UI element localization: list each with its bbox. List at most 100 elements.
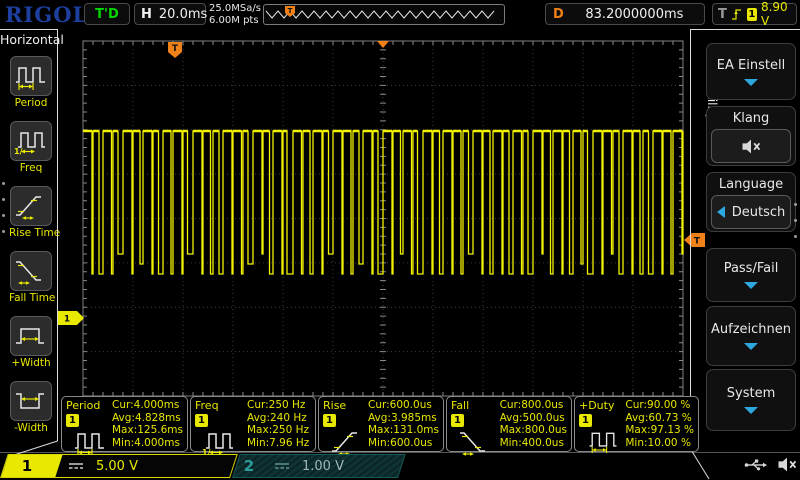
menu-item-fall-time[interactable]: Fall Time [9, 251, 53, 304]
menu-item-minus-width[interactable]: -Width [9, 381, 53, 434]
svg-text:T: T [694, 237, 701, 247]
menu-item-label: Period [9, 97, 53, 109]
measurement-min: Min:400.0us [500, 437, 567, 450]
menu-item-klang[interactable]: Klang [706, 106, 796, 166]
svg-text:1: 1 [64, 315, 70, 325]
plus-width-icon [10, 316, 52, 356]
speaker-muted-icon [776, 456, 798, 473]
fall-time-icon [10, 251, 52, 291]
measurement-panel-fall: Fall 1 Cur:800.0us Avg:500.0us Max:800.0… [446, 396, 572, 452]
measurement-avg: Avg:60.73 % [625, 412, 694, 425]
channel2-scale: 1.00 V [302, 459, 344, 474]
usb-icon [744, 459, 768, 471]
measurement-max: Max:97.13 % [625, 424, 694, 437]
left-menu-title: Horizontal [0, 32, 57, 47]
channel2-number: 2 [232, 457, 266, 475]
status-icons [744, 456, 798, 473]
measurement-min: Min:10.00 % [625, 437, 694, 450]
measurement-max: Max:800.0us [500, 424, 567, 437]
measurement-name: Period [66, 399, 110, 412]
measurement-avg: Avg:500.0us [500, 412, 567, 425]
menu-item-label: +Width [9, 357, 53, 369]
channel2-tab[interactable]: 2 1.00 V [232, 454, 398, 478]
measurement-name: +Duty [579, 399, 623, 412]
menu-item-system[interactable]: System [706, 369, 796, 431]
menu-item-label: -Width [9, 422, 53, 434]
freq-icon: 1/ [10, 121, 52, 161]
menu-item-label: Language [707, 177, 795, 192]
trigger-settings-box[interactable]: T 1 8.90 V [712, 3, 797, 25]
trigger-level-value: 8.90 V [761, 0, 791, 28]
measurement-max: Max:250 Hz [247, 424, 311, 437]
dc-coupling-icon [66, 460, 86, 472]
channel-badge: 1 [195, 414, 208, 427]
menu-item-aufzeichnen[interactable]: Aufzeichnen [706, 306, 796, 366]
chevron-left-icon [717, 206, 725, 218]
fall-time-icon [457, 427, 493, 457]
measurement-avg: Avg:240 Hz [247, 412, 311, 425]
measurement-avg: Avg:4.828ms [112, 412, 183, 425]
menu-item-plus-width[interactable]: +Width [9, 316, 53, 369]
measurement-avg: Avg:3.985ms [368, 412, 439, 425]
bottom-bar-divider [0, 452, 800, 453]
measurement-max: Max:131.0ms [368, 424, 439, 437]
menu-item-freq[interactable]: 1/ Freq [9, 121, 53, 174]
channel1-number: 1 [0, 457, 54, 475]
channel-badge: 1 [451, 414, 464, 427]
trigger-source-badge: 1 [747, 8, 757, 21]
menu-item-rise-time[interactable]: Rise Time [9, 186, 53, 239]
measurement-cur: Cur:600.0us [368, 399, 439, 412]
measurement-panel-freq: Freq 1 1/ Cur:250 Hz Avg:240 Hz Max:250 … [190, 396, 316, 452]
menu-item-pass-fail[interactable]: Pass/Fail [706, 248, 796, 302]
menu-item-label: Rise Time [9, 227, 53, 239]
measurement-cur: Cur:4.000ms [112, 399, 183, 412]
menu-item-label: Klang [707, 111, 795, 126]
chevron-down-icon [744, 407, 758, 414]
measurement-min: Min:7.96 Hz [247, 437, 311, 450]
measurement-name: Freq [195, 399, 245, 412]
rise-time-icon [329, 427, 365, 457]
rigol-logo: RIGOL [5, 2, 88, 27]
horizontal-scale-value: 20.0ms [159, 7, 207, 22]
chevron-down-icon [744, 79, 758, 86]
menu-item-label: Pass/Fail [724, 261, 779, 276]
measurement-min: Min:4.000ms [112, 437, 183, 450]
trigger-status-badge: T'D [84, 3, 130, 25]
language-value: Deutsch [732, 205, 786, 220]
menu-item-label: Freq [9, 162, 53, 174]
measurement-panel-rise: Rise 1 Cur:600.0us Avg:3.985ms Max:131.0… [318, 396, 444, 452]
period-icon [72, 427, 108, 457]
measurement-cur: Cur:90.00 % [625, 399, 694, 412]
measurement-min: Min:600.0us [368, 437, 439, 450]
oscilloscope-screen: T T 1 RIGOL T'D H 20.0ms 25.0MSa/s 6.00M p… [0, 0, 800, 480]
rise-time-icon [10, 186, 52, 226]
delay-label: D [553, 7, 564, 22]
menu-item-label: Fall Time [9, 292, 53, 304]
language-select-button[interactable]: Deutsch [711, 195, 791, 229]
horizontal-scale-box[interactable]: H 20.0ms [134, 3, 206, 25]
measurement-panel-period: Period 1 Cur:4.000ms Avg:4.828ms Max:125… [61, 396, 188, 452]
trigger-label: T [718, 7, 727, 22]
sound-toggle-button[interactable] [711, 129, 791, 163]
waveform-overview[interactable]: T [263, 4, 505, 25]
memory-depth: 6.00M pts [209, 15, 261, 27]
measurement-name: Fall [451, 399, 498, 412]
menu-item-label: Aufzeichnen [711, 322, 791, 337]
svg-text:T: T [288, 7, 293, 15]
menu-item-label: EA Einstell [717, 58, 785, 73]
trigger-delay-box[interactable]: D 83.2000000ms [545, 3, 705, 25]
acquisition-info: 25.0MSa/s 6.00M pts [209, 3, 261, 26]
chevron-down-icon [744, 282, 758, 289]
measurement-cur: Cur:800.0us [500, 399, 567, 412]
menu-item-language[interactable]: Language Deutsch [706, 172, 796, 232]
channel1-tab[interactable]: 1 5.00 V [0, 454, 230, 478]
menu-item-ea-einstell[interactable]: EA Einstell [706, 43, 796, 100]
speaker-muted-icon [740, 138, 762, 155]
sample-rate: 25.0MSa/s [209, 3, 261, 15]
minus-width-icon [10, 381, 52, 421]
menu-item-period[interactable]: Period [9, 56, 53, 109]
chevron-down-icon [744, 343, 758, 350]
freq-icon: 1/ [201, 427, 237, 457]
channel-badge: 1 [66, 414, 79, 427]
measurement-cur: Cur:250 Hz [247, 399, 311, 412]
